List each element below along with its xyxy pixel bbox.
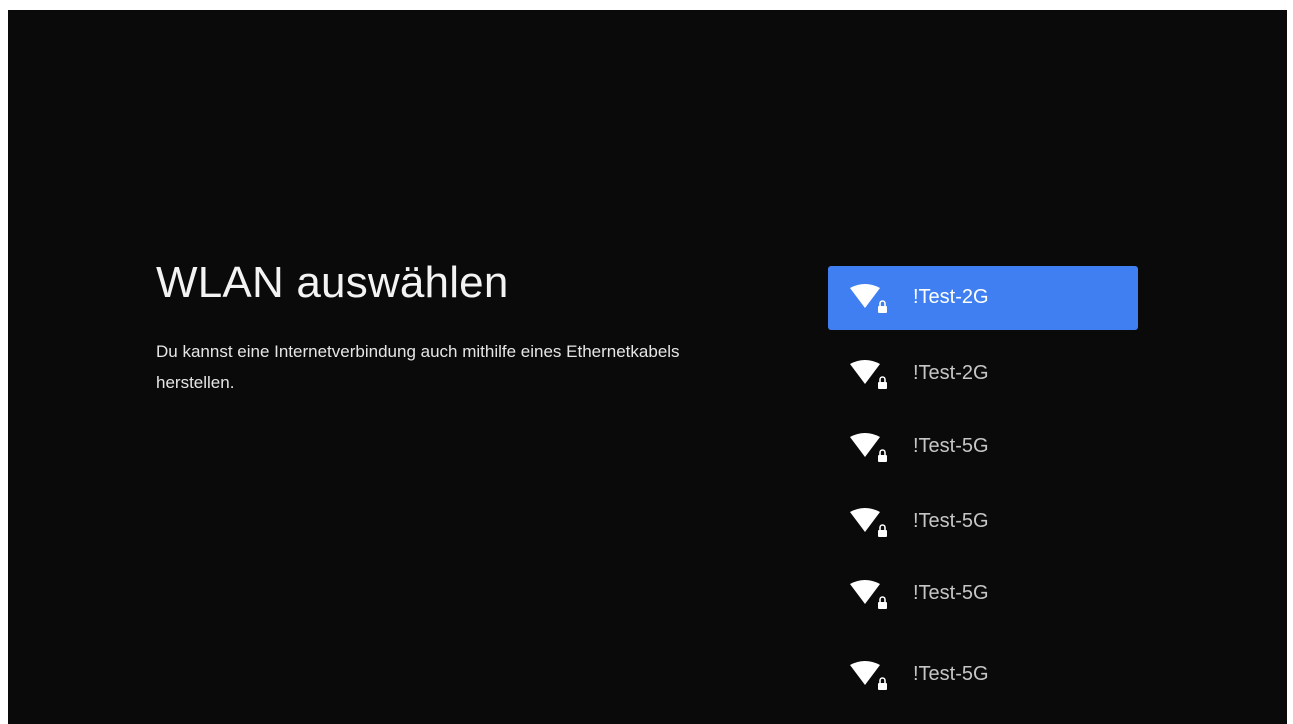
wifi-network-item[interactable]: !Test-2G xyxy=(828,266,1138,330)
wifi-lock-icon xyxy=(850,360,887,389)
wifi-network-item[interactable]: !Test-5G xyxy=(828,490,1138,554)
wifi-network-name: !Test-5G xyxy=(913,663,989,685)
wifi-lock-icon xyxy=(850,284,887,313)
page-description: Du kannst eine Internetverbindung auch m… xyxy=(156,342,680,392)
tv-screen: WLAN auswählen Du kannst eine Internetve… xyxy=(8,10,1287,724)
wifi-network-item[interactable]: !Test-5G xyxy=(828,562,1138,626)
wifi-network-name: !Test-2G xyxy=(913,286,989,308)
wifi-network-item[interactable]: !Test-5G xyxy=(828,643,1138,707)
wifi-lock-icon xyxy=(850,661,887,690)
wifi-network-name: !Test-5G xyxy=(913,435,989,457)
wifi-network-name: !Test-2G xyxy=(913,362,989,384)
wifi-network-item[interactable]: !Test-2G xyxy=(828,342,1138,406)
page-title: WLAN auswählen xyxy=(156,258,509,307)
wifi-network-name: !Test-5G xyxy=(913,510,989,532)
wifi-lock-icon xyxy=(850,580,887,609)
wifi-network-item[interactable]: !Test-5G xyxy=(828,415,1138,479)
wifi-lock-icon xyxy=(850,433,887,462)
wifi-lock-icon xyxy=(850,508,887,537)
wifi-network-name: !Test-5G xyxy=(913,582,989,604)
